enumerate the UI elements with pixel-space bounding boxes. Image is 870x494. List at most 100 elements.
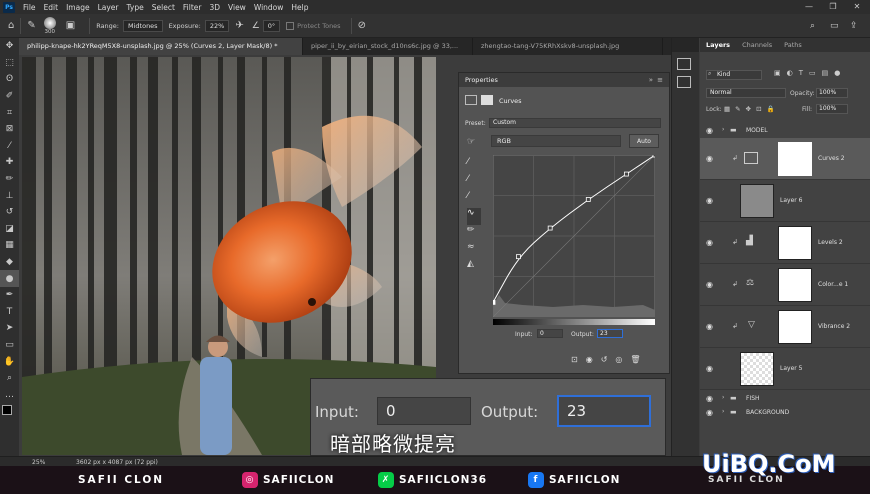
menu-edit[interactable]: Edit [40,3,63,12]
curve-control-point[interactable] [652,155,655,158]
draw-curve-pencil-icon[interactable]: ✏ [467,225,481,242]
view-previous-state-icon[interactable]: ◉ [586,355,593,364]
expand-chevron-icon[interactable]: › [722,408,724,415]
toggle-visibility-icon[interactable]: ◎ [615,355,622,364]
zoom-level[interactable]: 25% [32,459,45,466]
visibility-eye-icon[interactable]: ◉ [706,238,713,247]
visibility-eye-icon[interactable]: ◉ [706,154,713,163]
tab-philipp-knape[interactable]: philipp-knape-hk2YReqM5X8-unsplash.jpg @… [19,38,303,55]
workspace-icon[interactable]: ▭ [830,21,839,31]
menu-window[interactable]: Window [250,3,288,12]
protect-tones-checkbox[interactable] [286,21,295,30]
curve-control-point[interactable] [547,225,553,231]
adjustment-filter-icon[interactable]: ◐ [787,69,793,77]
menu-help[interactable]: Help [287,3,312,12]
layer-group-model[interactable]: ◉ › ▬ MODEL [700,124,870,138]
layer-group-fish[interactable]: ◉ › ▬ FISH [700,392,870,406]
curve-control-point[interactable] [493,299,496,305]
opacity-input[interactable]: 100% [816,88,848,98]
home-icon[interactable]: ⌂ [8,20,14,31]
lasso-tool-icon[interactable]: ʘ [0,71,19,88]
delete-adjustment-icon[interactable]: 🗑 [630,355,640,364]
close-button[interactable]: ✕ [846,0,868,14]
airbrush-icon[interactable]: ✈ [235,20,243,31]
expand-chevron-icon[interactable]: › [722,394,724,401]
path-select-tool-icon[interactable]: ➤ [0,320,19,337]
menu-image[interactable]: Image [62,3,94,12]
maximize-button[interactable]: ❐ [822,0,844,14]
curves-graph[interactable] [493,155,655,317]
menu-file[interactable]: File [19,3,40,12]
tab-piper[interactable]: piper_ii_by_eirian_stock_d10ns6c.jpg @ 3… [303,38,473,55]
layer-mask-icon[interactable] [481,95,493,105]
eraser-tool-icon[interactable]: ◪ [0,221,19,238]
visibility-eye-icon[interactable]: ◉ [706,196,713,205]
brush-settings-icon[interactable]: ▣ [66,20,75,31]
move-tool-icon[interactable]: ✥ [0,38,19,55]
layer-row-color-balance-1[interactable]: ◉ ↲ ⚖ Color...e 1 [700,264,870,306]
color-swatches[interactable] [0,403,19,425]
healing-tool-icon[interactable]: ✚ [0,154,19,171]
type-filter-icon[interactable]: T [799,69,803,77]
white-point-eyedropper-icon[interactable]: ⁄ [467,191,481,208]
visibility-eye-icon[interactable]: ◉ [706,364,713,373]
exposure-input[interactable]: 22% [204,19,230,32]
history-brush-tool-icon[interactable]: ↺ [0,204,19,221]
layer-row-layer-5[interactable]: ◉ Layer 5 [700,348,870,390]
on-image-adjust-icon[interactable]: ☞ [467,137,475,147]
menu-filter[interactable]: Filter [179,3,206,12]
visibility-eye-icon[interactable]: ◉ [706,280,713,289]
visibility-eye-icon[interactable]: ◉ [706,408,713,417]
curve-control-point[interactable] [585,197,591,202]
smooth-curve-icon[interactable]: ≈ [467,242,481,259]
layer-mask-thumbnail[interactable] [778,226,812,260]
panel-menu-icon[interactable]: ≡ [657,76,663,84]
lock-position-icon[interactable]: ✥ [746,105,751,113]
frame-tool-icon[interactable]: ⊠ [0,121,19,138]
black-point-eyedropper-icon[interactable]: ⁄ [467,157,481,174]
properties-panel-icon[interactable] [677,58,691,70]
layer-mask-thumbnail[interactable] [778,310,812,344]
crop-tool-icon[interactable]: ⌗ [0,104,19,121]
foreground-color-swatch[interactable] [2,405,12,416]
brush-tool-icon[interactable]: ✏ [0,171,19,188]
preset-select[interactable]: Custom [489,118,661,128]
type-tool-icon[interactable]: T [0,304,19,321]
edit-points-icon[interactable]: ∿ [467,208,481,225]
tab-zhengtao-tang[interactable]: zhengtao-tang-V75KRhXskv8-unsplash.jpg [473,38,663,55]
fill-input[interactable]: 100% [816,104,848,114]
filter-toggle-icon[interactable]: ● [834,69,840,77]
hand-tool-icon[interactable]: ✋ [0,353,19,370]
layer-row-layer-6[interactable]: ◉ Layer 6 [700,180,870,222]
curve-control-point[interactable] [516,254,521,260]
pen-tool-icon[interactable]: ✒ [0,287,19,304]
clone-stamp-tool-icon[interactable]: ⊥ [0,187,19,204]
input-field[interactable]: 0 [537,329,563,338]
angle-input[interactable]: 0° [262,19,281,32]
more-tools-icon[interactable]: … [0,386,19,403]
output-field[interactable]: 23 [597,329,623,338]
gray-point-eyedropper-icon[interactable]: ⁄ [467,174,481,191]
tab-paths[interactable]: Paths [778,41,808,49]
brush-preset-picker[interactable]: 300 [43,16,56,35]
menu-view[interactable]: View [224,3,250,12]
range-select[interactable]: Midtones [123,19,163,32]
zoom-tool-icon[interactable]: ⌕ [0,370,19,387]
layer-mask-thumbnail[interactable] [778,142,812,176]
channel-select[interactable]: RGB [491,135,621,147]
blur-tool-icon[interactable]: ◆ [0,254,19,271]
expand-chevron-icon[interactable]: › [722,126,724,133]
auto-button[interactable]: Auto [629,134,659,148]
visibility-eye-icon[interactable]: ◉ [706,394,713,403]
layer-row-vibrance-2[interactable]: ◉ ↲ ▽ Vibrance 2 [700,306,870,348]
lock-all-icon[interactable]: 🔒 [767,105,775,113]
clipping-warning-icon[interactable]: ◭ [467,259,481,276]
curve-control-point[interactable] [624,171,629,177]
share-icon[interactable]: ⇪ [850,21,858,31]
layer-row-curves-2[interactable]: ◉ ↲ Curves 2 [700,138,870,180]
marquee-tool-icon[interactable]: ⬚ [0,55,19,72]
adjustments-panel-icon[interactable] [677,76,691,88]
lock-transparency-icon[interactable]: ▦ [724,105,730,113]
dodge-tool-button-icon[interactable]: ● [0,270,19,287]
search-icon[interactable]: ⌕ [810,21,815,31]
